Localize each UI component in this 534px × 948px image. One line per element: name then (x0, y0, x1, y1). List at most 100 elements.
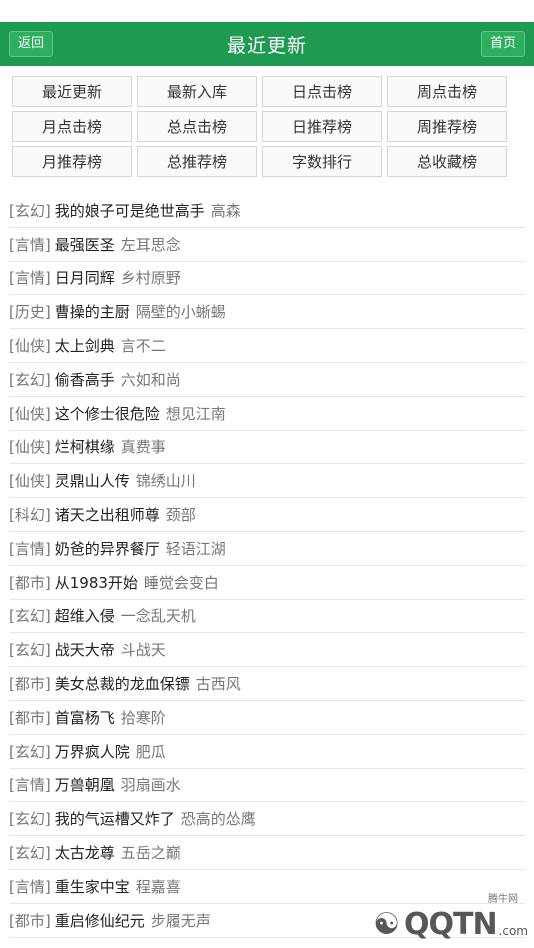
book-title-link[interactable]: 超维入侵 (55, 605, 115, 626)
book-list-item[interactable]: 仙侠太上剑典言不二 (9, 329, 525, 363)
book-category: 仙侠 (9, 436, 51, 457)
book-list-item[interactable]: 言情最强医圣左耳思念 (9, 228, 525, 262)
book-list-item[interactable]: 玄幻我的气运槽又炸了恐高的怂鹰 (9, 802, 525, 837)
book-title-link[interactable]: 首富杨飞 (55, 707, 115, 728)
book-category: 玄幻 (9, 369, 51, 390)
book-title-link[interactable]: 偷香高手 (55, 369, 115, 390)
book-category: 都市 (9, 707, 51, 728)
nav-monthly-recommend[interactable]: 月推荐榜 (12, 146, 132, 177)
book-title-link[interactable]: 万界疯人院 (55, 741, 130, 762)
book-author: 锦绣山川 (135, 472, 196, 491)
book-list-item[interactable]: 仙侠这个修士很危险想见江南 (9, 397, 525, 431)
book-list-item[interactable]: 都市重启修仙纪元步履无声 (9, 904, 525, 938)
book-list: 玄幻我的娘子可是绝世高手高森言情最强医圣左耳思念言情日月同辉乡村原野历史曹操的主… (0, 194, 534, 938)
book-author: 隔壁的小蜥蜴 (135, 303, 226, 322)
book-title-link[interactable]: 奶爸的异界餐厅 (55, 538, 160, 559)
book-list-item[interactable]: 玄幻太古龙尊五岳之巅 (9, 836, 525, 870)
book-category: 仙侠 (9, 335, 51, 356)
nav-weekly-clicks[interactable]: 周点击榜 (387, 76, 507, 107)
book-author: 拾寒阶 (120, 708, 166, 727)
app-header: 返回 最近更新 首页 (0, 22, 534, 66)
book-list-item[interactable]: 历史曹操的主厨隔壁的小蜥蜴 (9, 295, 525, 330)
book-category: 言情 (9, 774, 51, 795)
book-author: 步履无声 (150, 911, 211, 930)
book-title-link[interactable]: 我的气运槽又炸了 (55, 808, 175, 829)
book-list-item[interactable]: 言情重生家中宝程嘉喜 (9, 870, 525, 904)
book-author: 羽扇画水 (120, 776, 181, 795)
book-author: 恐高的怂鹰 (180, 810, 256, 829)
nav-total-clicks[interactable]: 总点击榜 (137, 111, 257, 142)
book-category: 言情 (9, 538, 51, 559)
book-author: 肥瓜 (135, 742, 166, 761)
book-list-item[interactable]: 仙侠烂柯棋缘真费事 (9, 431, 525, 465)
book-list-item[interactable]: 科幻诸天之出租师尊颈部 (9, 498, 525, 532)
book-title-link[interactable]: 日月同辉 (55, 267, 115, 288)
book-title-link[interactable]: 最强医圣 (55, 234, 115, 255)
book-category: 玄幻 (9, 842, 51, 863)
nav-total-recommend[interactable]: 总推荐榜 (137, 146, 257, 177)
book-list-item[interactable]: 玄幻我的娘子可是绝世高手高森 (9, 194, 525, 228)
book-author: 高森 (210, 201, 241, 220)
book-list-item[interactable]: 言情奶爸的异界餐厅轻语江湖 (9, 532, 525, 566)
book-title-link[interactable]: 战天大帝 (55, 639, 115, 660)
book-list-item[interactable]: 玄幻超维入侵一念乱天机 (9, 600, 525, 634)
book-list-item[interactable]: 玄幻战天大帝斗战天 (9, 633, 525, 668)
book-category: 玄幻 (9, 200, 51, 221)
book-category: 玄幻 (9, 808, 51, 829)
book-category: 玄幻 (9, 639, 51, 660)
book-category: 言情 (9, 876, 51, 897)
book-title-link[interactable]: 这个修士很危险 (55, 403, 160, 424)
book-author: 想见江南 (165, 404, 226, 423)
book-title-link[interactable]: 太上剑典 (55, 335, 115, 356)
book-category: 科幻 (9, 504, 51, 525)
nav-monthly-clicks[interactable]: 月点击榜 (12, 111, 132, 142)
book-title-link[interactable]: 万兽朝凰 (55, 774, 115, 795)
book-list-item[interactable]: 玄幻偷香高手六如和尚 (9, 363, 525, 397)
home-button[interactable]: 首页 (480, 31, 525, 57)
nav-word-count-rank[interactable]: 字数排行 (262, 146, 382, 177)
book-title-link[interactable]: 重启修仙纪元 (55, 910, 145, 931)
book-title-link[interactable]: 太古龙尊 (55, 842, 115, 863)
book-category: 都市 (9, 572, 51, 593)
book-category: 都市 (9, 910, 51, 931)
book-author: 真费事 (120, 438, 166, 457)
book-list-item[interactable]: 都市首富杨飞拾寒阶 (9, 701, 525, 735)
book-title-link[interactable]: 我的娘子可是绝世高手 (55, 200, 205, 221)
book-author: 睡觉会变白 (143, 573, 219, 592)
nav-daily-recommend[interactable]: 日推荐榜 (262, 111, 382, 142)
book-list-item[interactable]: 言情万兽朝凰羽扇画水 (9, 769, 525, 803)
book-author: 六如和尚 (120, 370, 181, 389)
book-title-link[interactable]: 曹操的主厨 (55, 301, 130, 322)
book-author: 一念乱天机 (120, 607, 196, 626)
book-author: 乡村原野 (120, 269, 181, 288)
book-title-link[interactable]: 美女总裁的龙血保镖 (55, 673, 190, 694)
ranking-nav: 最近更新 最新入库 日点击榜 周点击榜 月点击榜 总点击榜 日推荐榜 周推荐榜 … (0, 66, 534, 177)
book-title-link[interactable]: 烂柯棋缘 (55, 436, 115, 457)
back-button[interactable]: 返回 (9, 31, 54, 57)
nav-newest-added[interactable]: 最新入库 (137, 76, 257, 107)
book-author: 程嘉喜 (135, 877, 181, 896)
book-author: 斗战天 (120, 641, 166, 660)
book-list-item[interactable]: 都市从1983开始睡觉会变白 (9, 566, 525, 600)
book-list-item[interactable]: 都市美女总裁的龙血保镖古西风 (9, 667, 525, 701)
nav-daily-clicks[interactable]: 日点击榜 (262, 76, 382, 107)
nav-latest-update[interactable]: 最近更新 (12, 76, 132, 107)
book-list-item[interactable]: 言情日月同辉乡村原野 (9, 262, 525, 296)
page-title: 最近更新 (226, 34, 307, 57)
book-title-link[interactable]: 重生家中宝 (55, 876, 130, 897)
book-list-item[interactable]: 玄幻万界疯人院肥瓜 (9, 735, 525, 769)
book-category: 言情 (9, 267, 51, 288)
book-title-link[interactable]: 诸天之出租师尊 (55, 504, 160, 525)
book-title-link[interactable]: 灵鼎山人传 (55, 470, 130, 491)
book-category: 玄幻 (9, 605, 51, 626)
nav-weekly-recommend[interactable]: 周推荐榜 (387, 111, 507, 142)
book-list-item[interactable]: 仙侠灵鼎山人传锦绣山川 (9, 464, 525, 499)
nav-total-favorites[interactable]: 总收藏榜 (387, 146, 507, 177)
book-author: 古西风 (195, 675, 241, 694)
book-category: 仙侠 (9, 403, 51, 424)
book-author: 颈部 (165, 506, 196, 525)
book-author: 五岳之巅 (120, 844, 181, 863)
status-bar (0, 0, 534, 22)
book-title-link[interactable]: 从1983开始 (55, 572, 138, 593)
book-category: 言情 (9, 234, 51, 255)
